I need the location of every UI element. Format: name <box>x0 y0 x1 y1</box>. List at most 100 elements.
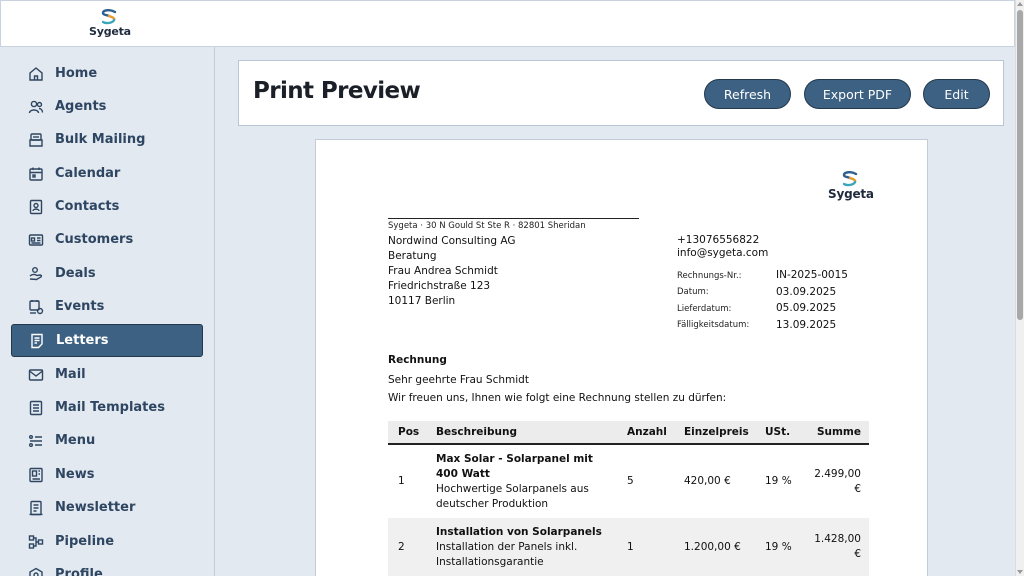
sidebar-item-mail-templates[interactable]: Mail Templates <box>11 391 203 424</box>
id-card-icon <box>28 232 44 248</box>
cell-description: Installation von Solarpanels Installatio… <box>430 518 621 576</box>
date-label: Datum: <box>677 287 709 297</box>
print-preview-header: Print Preview Refresh Export PDF Edit <box>238 60 1004 126</box>
cell-pos: 1 <box>398 475 405 487</box>
menu-icon <box>28 433 44 449</box>
item-title: Max Solar - Solarpanel mit 400 Watt <box>436 452 593 480</box>
letter-icon <box>29 333 45 349</box>
recipient-city: 10117 Berlin <box>388 295 456 307</box>
sidebar-item-contacts[interactable]: Contacts <box>11 190 203 223</box>
cell-sum: 1.428,00 € <box>801 518 869 576</box>
invoice-items-table: Pos Beschreibung Anzahl Einzelpreis USt.… <box>388 421 869 576</box>
scroll-thumb[interactable] <box>1017 10 1023 320</box>
recipient-department: Beratung <box>388 250 437 262</box>
sender-address-line: Sygeta · 30 N Gould St Ste R · 82801 She… <box>388 218 639 231</box>
sidebar-item-label: Home <box>55 66 98 81</box>
sidebar-item-label: Bulk Mailing <box>55 132 146 147</box>
sidebar-item-label: Newsletter <box>55 500 136 515</box>
table-header-row: Pos Beschreibung Anzahl Einzelpreis USt.… <box>388 421 869 445</box>
cell-sum: 2.499,00 € <box>814 467 861 495</box>
sidebar-item-label: Customers <box>55 232 134 247</box>
sidebar-item-agents[interactable]: Agents <box>11 90 203 123</box>
invoice-number-label: Rechnungs-Nr.: <box>677 271 742 281</box>
cell-tax: 19 % <box>765 475 792 487</box>
sidebar-item-letters[interactable]: Letters <box>11 324 203 357</box>
sidebar-item-pipeline[interactable]: Pipeline <box>11 525 203 558</box>
page-scrollbar[interactable] <box>1015 0 1024 576</box>
recipient-company: Nordwind Consulting AG <box>388 235 516 247</box>
sidebar-item-events[interactable]: Events <box>11 290 203 323</box>
profile-icon <box>28 567 44 576</box>
template-icon <box>28 400 44 416</box>
salutation: Sehr geehrte Frau Schmidt <box>388 374 529 386</box>
sidebar-item-label: Deals <box>55 266 96 281</box>
company-phone: +13076556822 <box>677 234 760 246</box>
invoice-document: Sygeta Sygeta · 30 N Gould St Ste R · 82… <box>315 139 928 576</box>
item-title: Installation von Solarpanels <box>436 525 602 538</box>
delivery-date-label: Lieferdatum: <box>677 304 732 314</box>
event-icon <box>28 299 44 315</box>
sidebar-item-label: News <box>55 467 95 482</box>
page-title: Print Preview <box>253 78 421 104</box>
recipient-name: Frau Andrea Schmidt <box>388 265 498 277</box>
document-logo-text: Sygeta <box>828 187 874 201</box>
item-text: Hochwertige Solarpanels aus deutscher Pr… <box>436 482 589 510</box>
sidebar-item-label: Mail <box>55 367 86 382</box>
item-text: Installation der Panels inkl. Installati… <box>436 540 578 568</box>
export-pdf-button[interactable]: Export PDF <box>804 79 911 109</box>
brand-name: Sygeta <box>89 25 131 38</box>
sidebar-item-label: Contacts <box>55 199 120 214</box>
cell-quantity: 5 <box>627 475 634 487</box>
delivery-date-value: 05.09.2025 <box>776 302 837 314</box>
refresh-button[interactable]: Refresh <box>704 79 791 109</box>
due-date-label: Fälligkeitsdatum: <box>677 320 750 330</box>
edit-button[interactable]: Edit <box>923 79 990 109</box>
col-header-pos: Pos <box>388 421 430 445</box>
sidebar-item-mail[interactable]: Mail <box>11 358 203 391</box>
cell-description: Max Solar - Solarpanel mit 400 Watt Hoch… <box>430 444 621 518</box>
table-row: 1 Max Solar - Solarpanel mit 400 Watt Ho… <box>388 444 869 518</box>
document-logo: Sygeta <box>828 171 874 201</box>
sidebar-item-label: Mail Templates <box>55 400 165 415</box>
sidebar-item-home[interactable]: Home <box>11 57 203 90</box>
invoice-number-value: IN-2025-0015 <box>776 269 848 281</box>
sidebar-item-profile[interactable]: Profile <box>11 558 203 576</box>
calendar-icon <box>28 166 44 182</box>
users-icon <box>28 99 44 115</box>
sidebar-item-label: Profile <box>55 567 103 576</box>
sidebar-item-label: Letters <box>56 333 109 348</box>
top-bar: Sygeta <box>0 0 1015 47</box>
intro-text: Wir freuen uns, Ihnen wie folgt eine Rec… <box>388 392 727 404</box>
sidebar: Home Agents Bulk Mailing Calendar Contac… <box>0 47 215 576</box>
news-icon <box>28 467 44 483</box>
col-header-unit-price: Einzelpreis <box>678 421 759 445</box>
col-header-sum: Summe <box>801 421 869 445</box>
recipient-street: Friedrichstraße 123 <box>388 280 491 292</box>
sidebar-item-news[interactable]: News <box>11 458 203 491</box>
sygeta-logo-icon <box>101 9 117 25</box>
mail-stack-icon <box>28 132 44 148</box>
sidebar-item-customers[interactable]: Customers <box>11 223 203 256</box>
newsletter-icon <box>28 500 44 516</box>
sidebar-item-menu[interactable]: Menu <box>11 424 203 457</box>
pipeline-icon <box>28 534 44 550</box>
brand-logo[interactable]: Sygeta <box>89 9 131 41</box>
cell-unit-price: 1.200,00 € <box>678 518 759 576</box>
sidebar-item-label: Calendar <box>55 166 121 181</box>
contact-card-icon <box>28 199 44 215</box>
sidebar-item-newsletter[interactable]: Newsletter <box>11 491 203 524</box>
col-header-quantity: Anzahl <box>621 421 678 445</box>
date-value: 03.09.2025 <box>776 286 837 298</box>
envelope-icon <box>28 367 44 383</box>
sidebar-item-label: Agents <box>55 99 107 114</box>
handshake-icon <box>28 266 44 282</box>
sidebar-item-bulk-mailing[interactable]: Bulk Mailing <box>11 123 203 156</box>
sidebar-item-deals[interactable]: Deals <box>11 257 203 290</box>
cell-quantity: 1 <box>621 518 678 576</box>
sidebar-item-label: Events <box>55 299 105 314</box>
scroll-up-icon[interactable] <box>1017 2 1023 6</box>
cell-unit-price: 420,00 € <box>684 475 731 487</box>
sidebar-item-calendar[interactable]: Calendar <box>11 157 203 190</box>
cell-tax: 19 % <box>759 518 801 576</box>
scroll-down-icon[interactable] <box>1017 570 1023 574</box>
